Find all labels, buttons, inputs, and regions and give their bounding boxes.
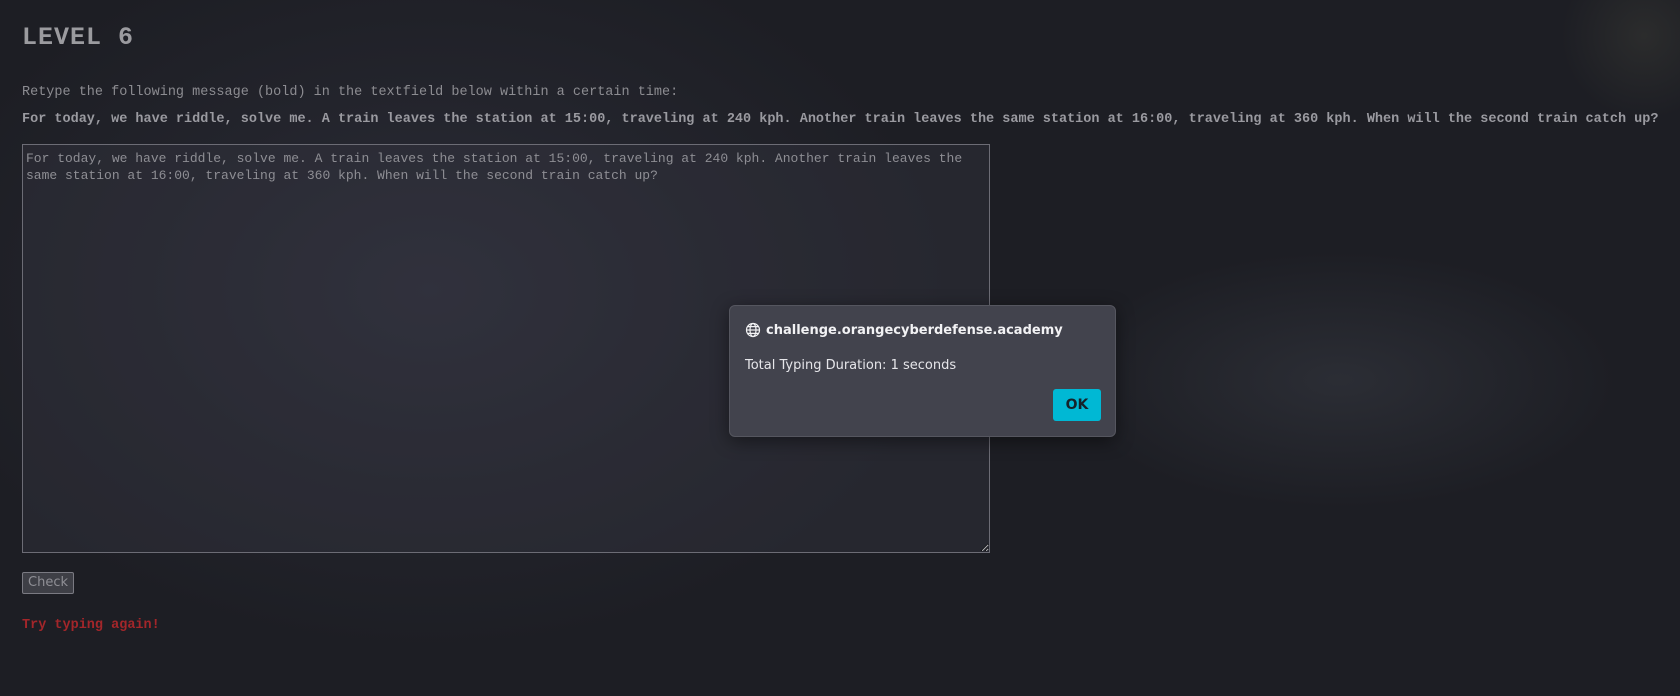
globe-icon — [745, 322, 761, 338]
ok-button[interactable]: OK — [1053, 389, 1101, 421]
dialog-origin-label: challenge.orangecyberdefense.academy — [766, 322, 1063, 338]
background-glow-corner — [1560, 0, 1680, 120]
check-button[interactable]: Check — [22, 572, 74, 594]
background-glow — [1060, 250, 1620, 510]
instruction-text: Retype the following message (bold) in t… — [22, 85, 679, 100]
page-title: LEVEL 6 — [22, 23, 135, 52]
dialog-origin: challenge.orangecyberdefense.academy — [745, 322, 1063, 338]
target-message: For today, we have riddle, solve me. A t… — [22, 112, 1659, 127]
alert-dialog: challenge.orangecyberdefense.academy Tot… — [729, 305, 1116, 437]
status-message: Try typing again! — [22, 618, 160, 633]
dialog-message: Total Typing Duration: 1 seconds — [745, 358, 957, 373]
